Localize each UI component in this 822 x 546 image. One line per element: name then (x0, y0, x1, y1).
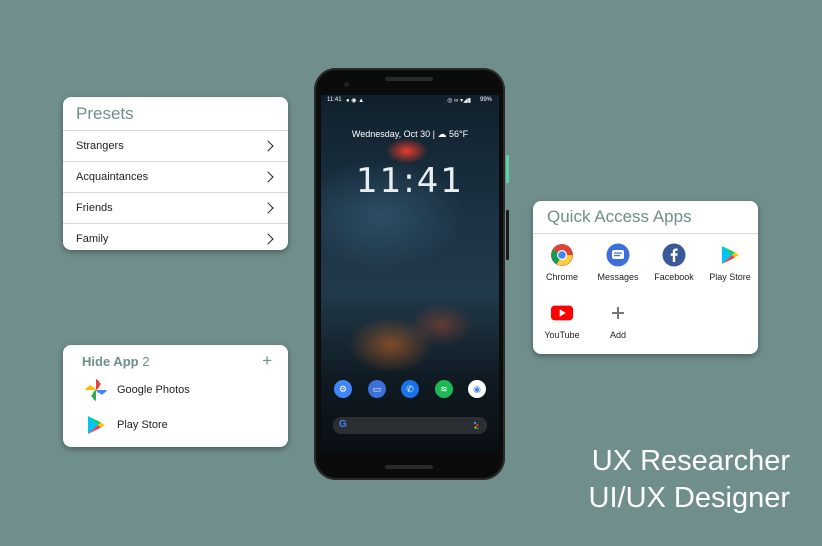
hidden-app-label: Google Photos (117, 383, 190, 396)
add-hidden-app-button[interactable]: + (262, 351, 272, 371)
spotify-icon[interactable]: ≋ (435, 380, 453, 398)
weather-temp: 56°F (448, 129, 469, 139)
quick-access-card: Quick Access Apps Chrome Messages Facebo… (533, 201, 758, 354)
presets-card: Presets Strangers Acquaintances Friends … (63, 97, 288, 250)
quick-app-label: Play Store (709, 272, 751, 282)
preset-item-acquaintances[interactable]: Acquaintances (63, 162, 288, 193)
preset-item-friends[interactable]: Friends (63, 193, 288, 224)
earpiece (385, 77, 433, 81)
assistant-icon[interactable] (473, 421, 479, 430)
camera-icon[interactable]: ◉ (468, 380, 486, 398)
google-photos-icon (83, 377, 109, 403)
quick-app-label: YouTube (544, 330, 580, 340)
chevron-right-icon (262, 202, 274, 214)
google-logo: G (339, 419, 347, 430)
notification-icons: ● ◉ ▲ (346, 98, 365, 104)
chevron-right-icon (262, 140, 274, 152)
volume-button (506, 210, 509, 260)
youtube-icon (550, 301, 574, 325)
role-ui-ux-designer: UI/UX Designer (588, 482, 790, 514)
battery-level: 99% (479, 97, 492, 103)
phone-icon[interactable]: ✆ (401, 380, 419, 398)
preset-item-strangers[interactable]: Strangers (63, 131, 288, 162)
chrome-icon (550, 243, 574, 267)
quick-app-facebook[interactable]: Facebook (646, 243, 702, 295)
quick-app-label: Facebook (654, 272, 694, 282)
hidden-app-label: Play Store (117, 418, 168, 431)
lock-clock: 11:41 (356, 161, 464, 201)
messages-icon (606, 243, 630, 267)
preset-label: Friends (76, 202, 113, 214)
play-store-icon (718, 243, 742, 267)
lock-date: Wednesday, Oct 30 | ☁ 56°F (351, 129, 469, 139)
hidden-app-play-store[interactable]: Play Store (63, 407, 288, 442)
quick-app-play-store[interactable]: Play Store (702, 243, 758, 295)
chevron-right-icon (262, 233, 274, 245)
preset-item-family[interactable]: Family (63, 224, 288, 254)
google-search-bar[interactable]: G (333, 417, 487, 434)
quick-app-label: Messages (597, 272, 639, 282)
status-time: 11:41 (327, 97, 342, 103)
quick-app-label: Chrome (545, 272, 578, 282)
presets-title: Presets (63, 97, 288, 131)
preset-label: Acquaintances (76, 171, 149, 183)
role-ux-researcher: UX Researcher (591, 445, 790, 477)
settings-icon[interactable]: ⚙ (334, 380, 352, 398)
chevron-right-icon (262, 171, 274, 183)
facebook-icon (662, 243, 686, 267)
lock-screen: 11:41 ● ◉ ▲ ◎ ∞ ▾◢▮ 99% Wednesday, Oct 3… (321, 95, 499, 451)
preset-label: Family (76, 233, 109, 245)
quick-app-label: Add (609, 330, 626, 340)
quick-app-chrome[interactable]: Chrome (534, 243, 590, 295)
quick-app-youtube[interactable]: YouTube (534, 301, 590, 353)
quick-access-title: Quick Access Apps (533, 201, 758, 234)
hidden-app-google-photos[interactable]: Google Photos (63, 372, 288, 407)
messages-icon[interactable]: ▭ (368, 380, 386, 398)
hide-app-count: 2 (142, 353, 150, 369)
plus-icon (606, 301, 630, 325)
signal-icons: ◎ ∞ ▾◢▮ (447, 98, 471, 104)
play-store-icon (83, 412, 109, 438)
hide-app-title: Hide App 2 (82, 353, 150, 369)
front-camera (344, 82, 349, 87)
power-button (506, 155, 509, 183)
cloud-icon: ☁ (437, 129, 447, 139)
preset-label: Strangers (76, 140, 124, 152)
quick-app-add[interactable]: Add (590, 301, 646, 353)
quick-app-messages[interactable]: Messages (590, 243, 646, 295)
hide-app-card: Hide App 2 + Google Photos Play Store (63, 345, 288, 447)
bottom-speaker (385, 465, 433, 469)
